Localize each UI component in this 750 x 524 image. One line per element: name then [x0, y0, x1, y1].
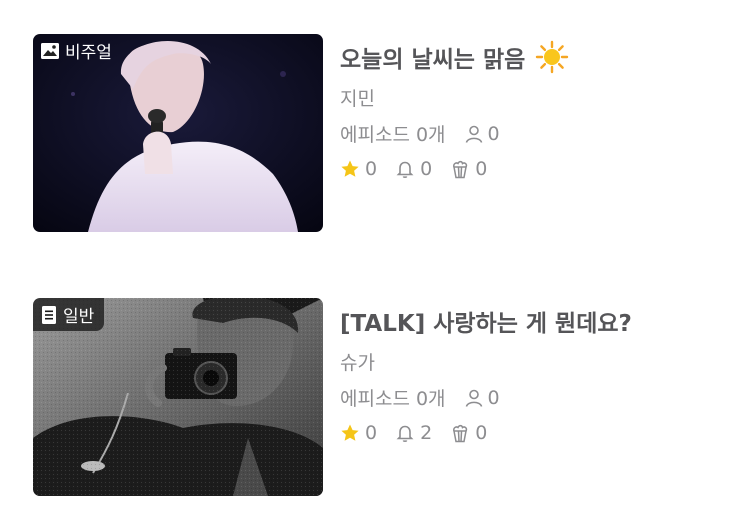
story-title[interactable]: 오늘의 날씨는 맑음	[340, 40, 525, 74]
popcorn-value: 0	[475, 158, 488, 180]
story-thumbnail[interactable]: 비주얼	[33, 34, 323, 232]
image-icon	[41, 42, 59, 59]
person-icon	[465, 389, 482, 407]
alert-value: 2	[420, 422, 433, 444]
star-icon	[341, 160, 359, 177]
subscriber-count: 0	[464, 387, 500, 409]
story-meta: 에피소드 0개 0	[340, 120, 500, 147]
star-stat: 0	[340, 158, 377, 180]
alert-stat: 2	[395, 422, 432, 444]
category-badge: 비주얼	[33, 34, 122, 67]
story-stats: 0 0 0	[340, 158, 487, 180]
star-value: 0	[365, 158, 378, 180]
story-card[interactable]: 일반 [TALK] 사랑하는 게 뭔데요? 슈가 에피소드 0개 0 0 2 0	[33, 298, 723, 496]
story-title-row[interactable]: [TALK] 사랑하는 게 뭔데요?	[340, 304, 632, 338]
star-icon	[341, 424, 359, 441]
badge-label: 일반	[63, 307, 95, 327]
bell-icon	[396, 161, 414, 179]
popcorn-icon	[453, 160, 468, 179]
star-value: 0	[365, 422, 378, 444]
story-thumbnail[interactable]: 일반	[33, 298, 323, 496]
sun-icon	[536, 40, 569, 74]
subscriber-count: 0	[464, 123, 500, 145]
popcorn-value: 0	[475, 422, 488, 444]
episode-count: 에피소드 0개	[340, 124, 446, 146]
document-icon	[42, 305, 56, 324]
badge-label: 비주얼	[65, 43, 112, 63]
episode-count: 에피소드 0개	[340, 388, 446, 410]
story-author[interactable]: 지민	[340, 84, 375, 111]
bell-icon	[396, 425, 414, 443]
subscriber-value: 0	[487, 122, 500, 145]
star-stat: 0	[340, 422, 377, 444]
popcorn-icon	[453, 424, 468, 443]
popcorn-stat: 0	[450, 158, 487, 180]
subscriber-value: 0	[487, 386, 500, 409]
story-meta: 에피소드 0개 0	[340, 384, 500, 411]
popcorn-stat: 0	[450, 422, 487, 444]
story-stats: 0 2 0	[340, 422, 487, 444]
alert-stat: 0	[395, 158, 432, 180]
category-badge: 일반	[33, 298, 105, 331]
story-card[interactable]: 비주얼 오늘의 날씨는 맑음 지민 에피소드 0개 0 0 0 0	[33, 34, 723, 232]
story-author[interactable]: 슈가	[340, 348, 375, 375]
person-icon	[465, 125, 482, 143]
story-title[interactable]: [TALK] 사랑하는 게 뭔데요?	[340, 304, 632, 338]
story-title-row[interactable]: 오늘의 날씨는 맑음	[340, 40, 569, 74]
story-list: 비주얼 오늘의 날씨는 맑음 지민 에피소드 0개 0 0 0 0 일반 [TA…	[0, 0, 750, 524]
alert-value: 0	[420, 158, 433, 180]
